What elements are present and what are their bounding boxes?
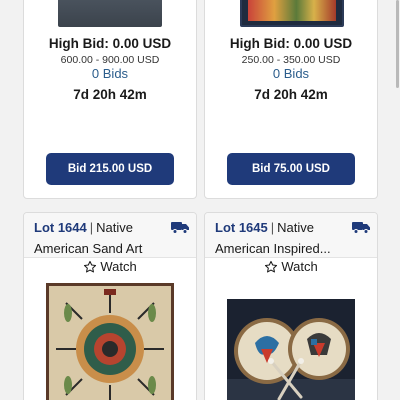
watch-toggle[interactable]: Watch	[205, 259, 377, 274]
lot-card[interactable]: Lot 1644 | Native American Sand Art Watch	[23, 212, 197, 400]
lot-title[interactable]: American Sand Art	[34, 241, 142, 256]
time-left: 7d 20h 42m	[73, 87, 147, 102]
truck-icon	[171, 222, 189, 234]
lot-card[interactable]: Lot 1645 | Native American Inspired... Wat…	[204, 212, 378, 400]
high-bid: High Bid: 0.00 USD	[48, 36, 172, 51]
lot-number[interactable]: Lot 1644	[34, 220, 87, 235]
lot-title-line[interactable]: Lot 1645 | Native	[215, 220, 314, 235]
lot-header[interactable]: Lot 1645 | Native American Inspired...	[205, 213, 377, 258]
separator: |	[89, 220, 94, 235]
watch-toggle[interactable]: Watch	[24, 259, 196, 274]
bids-count[interactable]: 0 Bids	[24, 66, 196, 81]
lot-number[interactable]: Lot 1645	[215, 220, 268, 235]
lot-category[interactable]: Native	[277, 220, 314, 235]
lot-image[interactable]	[58, 0, 162, 27]
watch-label: Watch	[100, 259, 137, 274]
estimate: 250.00 - 350.00 USD	[241, 54, 341, 66]
lot-title-line[interactable]: Lot 1644 | Native	[34, 220, 133, 235]
separator: |	[270, 220, 275, 235]
star-outline-icon	[265, 260, 278, 272]
lot-header[interactable]: Lot 1644 | Native American Sand Art	[24, 213, 196, 258]
lot-card[interactable]: High Bid: 0.00 USD 250.00 - 350.00 USD 0…	[204, 0, 378, 199]
bid-button[interactable]: Bid 75.00 USD	[227, 153, 355, 185]
drums-image[interactable]	[227, 299, 355, 400]
lot-card[interactable]: High Bid: 0.00 USD 600.00 - 900.00 USD 0…	[23, 0, 197, 199]
sand-art-image[interactable]	[46, 283, 174, 400]
scrollbar[interactable]	[396, 0, 399, 88]
estimate: 600.00 - 900.00 USD	[60, 54, 160, 66]
bids-count[interactable]: 0 Bids	[205, 66, 377, 81]
lot-category[interactable]: Native	[96, 220, 133, 235]
time-left: 7d 20h 42m	[254, 87, 328, 102]
lot-title[interactable]: American Inspired...	[215, 241, 331, 256]
lot-image[interactable]	[240, 0, 344, 27]
watch-label: Watch	[281, 259, 318, 274]
bid-button[interactable]: Bid 215.00 USD	[46, 153, 174, 185]
high-bid: High Bid: 0.00 USD	[229, 36, 353, 51]
star-outline-icon	[84, 260, 97, 272]
truck-icon	[352, 222, 370, 234]
